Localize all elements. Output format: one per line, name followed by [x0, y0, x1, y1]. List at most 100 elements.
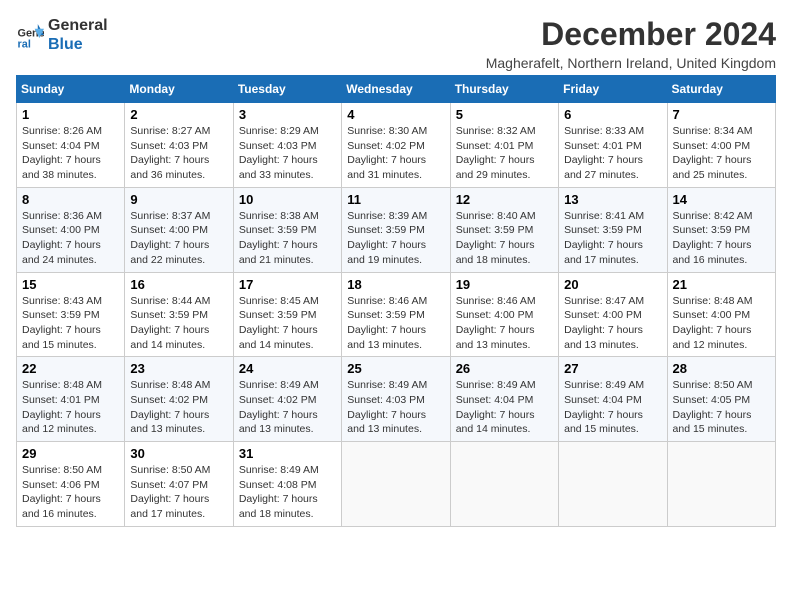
calendar-cell-10: 10 Sunrise: 8:38 AMSunset: 3:59 PMDayligh… [233, 187, 341, 272]
day-info: Sunrise: 8:37 AMSunset: 4:00 PMDaylight:… [130, 209, 227, 268]
day-number: 1 [22, 107, 119, 122]
day-number: 22 [22, 361, 119, 376]
month-year: December 2024 [486, 16, 776, 53]
svg-text:ral: ral [18, 39, 31, 50]
day-info: Sunrise: 8:40 AMSunset: 3:59 PMDaylight:… [456, 209, 553, 268]
calendar-cell-13: 13 Sunrise: 8:41 AMSunset: 3:59 PMDayligh… [559, 187, 667, 272]
day-number: 11 [347, 192, 444, 207]
day-number: 3 [239, 107, 336, 122]
calendar-cell-12: 12Sunrise: 8:40 AMSunset: 3:59 PMDayligh… [450, 187, 558, 272]
empty-cell [667, 442, 775, 527]
calendar-cell-16: 16 Sunrise: 8:44 AMSunset: 3:59 PMDayligh… [125, 272, 233, 357]
calendar-cell-2: 2 Sunrise: 8:27 AMSunset: 4:03 PMDaylight… [125, 103, 233, 188]
day-number: 14 [673, 192, 770, 207]
day-info: Sunrise: 8:49 AMSunset: 4:03 PMDaylight:… [347, 378, 444, 437]
day-number: 17 [239, 277, 336, 292]
day-number: 27 [564, 361, 661, 376]
day-number: 13 [564, 192, 661, 207]
calendar-cell-20: 20 Sunrise: 8:47 AMSunset: 4:00 PMDayligh… [559, 272, 667, 357]
day-info: Sunrise: 8:41 AMSunset: 3:59 PMDaylight:… [564, 209, 661, 268]
day-number: 23 [130, 361, 227, 376]
day-number: 9 [130, 192, 227, 207]
calendar-cell-11: 11 Sunrise: 8:39 AMSunset: 3:59 PMDayligh… [342, 187, 450, 272]
day-info: Sunrise: 8:48 AMSunset: 4:01 PMDaylight:… [22, 378, 119, 437]
day-number: 10 [239, 192, 336, 207]
weekday-header-saturday: Saturday [667, 76, 775, 103]
day-number: 15 [22, 277, 119, 292]
calendar-cell-31: 31 Sunrise: 8:49 AMSunset: 4:08 PMDayligh… [233, 442, 341, 527]
day-info: Sunrise: 8:42 AMSunset: 3:59 PMDaylight:… [673, 209, 770, 268]
day-number: 26 [456, 361, 553, 376]
calendar-week-4: 22 Sunrise: 8:48 AMSunset: 4:01 PMDayligh… [17, 357, 776, 442]
day-info: Sunrise: 8:49 AMSunset: 4:04 PMDaylight:… [564, 378, 661, 437]
day-info: Sunrise: 8:46 AMSunset: 4:00 PMDaylight:… [456, 294, 553, 353]
day-number: 20 [564, 277, 661, 292]
calendar-cell-19: 19 Sunrise: 8:46 AMSunset: 4:00 PMDayligh… [450, 272, 558, 357]
day-info: Sunrise: 8:29 AMSunset: 4:03 PMDaylight:… [239, 124, 336, 183]
calendar-cell-18: 18 Sunrise: 8:46 AMSunset: 3:59 PMDayligh… [342, 272, 450, 357]
calendar-cell-24: 24Sunrise: 8:49 AMSunset: 4:02 PMDayligh… [233, 357, 341, 442]
day-info: Sunrise: 8:44 AMSunset: 3:59 PMDaylight:… [130, 294, 227, 353]
day-info: Sunrise: 8:39 AMSunset: 3:59 PMDaylight:… [347, 209, 444, 268]
day-number: 31 [239, 446, 336, 461]
calendar-cell-6: 6 Sunrise: 8:33 AMSunset: 4:01 PMDaylight… [559, 103, 667, 188]
calendar-cell-28: 28 Sunrise: 8:50 AMSunset: 4:05 PMDayligh… [667, 357, 775, 442]
empty-cell [342, 442, 450, 527]
weekday-header-monday: Monday [125, 76, 233, 103]
day-info: Sunrise: 8:46 AMSunset: 3:59 PMDaylight:… [347, 294, 444, 353]
weekday-header-tuesday: Tuesday [233, 76, 341, 103]
day-info: Sunrise: 8:34 AMSunset: 4:00 PMDaylight:… [673, 124, 770, 183]
day-info: Sunrise: 8:43 AMSunset: 3:59 PMDaylight:… [22, 294, 119, 353]
day-number: 18 [347, 277, 444, 292]
day-info: Sunrise: 8:27 AMSunset: 4:03 PMDaylight:… [130, 124, 227, 183]
calendar-cell-14: 14 Sunrise: 8:42 AMSunset: 3:59 PMDayligh… [667, 187, 775, 272]
calendar-cell-26: 26Sunrise: 8:49 AMSunset: 4:04 PMDayligh… [450, 357, 558, 442]
calendar-cell-27: 27 Sunrise: 8:49 AMSunset: 4:04 PMDayligh… [559, 357, 667, 442]
day-info: Sunrise: 8:33 AMSunset: 4:01 PMDaylight:… [564, 124, 661, 183]
day-number: 28 [673, 361, 770, 376]
day-number: 5 [456, 107, 553, 122]
day-number: 21 [673, 277, 770, 292]
logo: Gene ral General Blue [16, 16, 108, 54]
logo-icon: Gene ral [16, 21, 44, 49]
day-number: 16 [130, 277, 227, 292]
day-number: 2 [130, 107, 227, 122]
calendar-cell-5: 5 Sunrise: 8:32 AMSunset: 4:01 PMDaylight… [450, 103, 558, 188]
calendar-body: 1Sunrise: 8:26 AMSunset: 4:04 PMDaylight… [17, 103, 776, 527]
day-info: Sunrise: 8:38 AMSunset: 3:59 PMDaylight:… [239, 209, 336, 268]
day-info: Sunrise: 8:50 AMSunset: 4:05 PMDaylight:… [673, 378, 770, 437]
title-block: December 2024 Magherafelt, Northern Irel… [486, 16, 776, 71]
calendar-cell-8: 8Sunrise: 8:36 AMSunset: 4:00 PMDaylight… [17, 187, 125, 272]
calendar-cell-22: 22 Sunrise: 8:48 AMSunset: 4:01 PMDayligh… [17, 357, 125, 442]
day-info: Sunrise: 8:47 AMSunset: 4:00 PMDaylight:… [564, 294, 661, 353]
day-info: Sunrise: 8:50 AMSunset: 4:07 PMDaylight:… [130, 463, 227, 522]
day-info: Sunrise: 8:49 AMSunset: 4:08 PMDaylight:… [239, 463, 336, 522]
calendar-week-3: 15 Sunrise: 8:43 AMSunset: 3:59 PMDayligh… [17, 272, 776, 357]
calendar-cell-3: 3 Sunrise: 8:29 AMSunset: 4:03 PMDaylight… [233, 103, 341, 188]
calendar-cell-9: 9 Sunrise: 8:37 AMSunset: 4:00 PMDaylight… [125, 187, 233, 272]
calendar-cell-15: 15 Sunrise: 8:43 AMSunset: 3:59 PMDayligh… [17, 272, 125, 357]
day-number: 30 [130, 446, 227, 461]
calendar-cell-17: 17 Sunrise: 8:45 AMSunset: 3:59 PMDayligh… [233, 272, 341, 357]
header: Gene ral General Blue December 2024 Magh… [16, 16, 776, 71]
day-info: Sunrise: 8:36 AMSunset: 4:00 PMDaylight:… [22, 209, 119, 268]
calendar-cell-25: 25Sunrise: 8:49 AMSunset: 4:03 PMDayligh… [342, 357, 450, 442]
day-number: 6 [564, 107, 661, 122]
weekday-header-thursday: Thursday [450, 76, 558, 103]
day-info: Sunrise: 8:45 AMSunset: 3:59 PMDaylight:… [239, 294, 336, 353]
day-number: 4 [347, 107, 444, 122]
logo-line1: General [48, 16, 108, 35]
day-info: Sunrise: 8:30 AMSunset: 4:02 PMDaylight:… [347, 124, 444, 183]
day-number: 29 [22, 446, 119, 461]
day-info: Sunrise: 8:50 AMSunset: 4:06 PMDaylight:… [22, 463, 119, 522]
calendar-cell-4: 4 Sunrise: 8:30 AMSunset: 4:02 PMDaylight… [342, 103, 450, 188]
calendar-cell-7: 7Sunrise: 8:34 AMSunset: 4:00 PMDaylight… [667, 103, 775, 188]
calendar-week-5: 29 Sunrise: 8:50 AMSunset: 4:06 PMDayligh… [17, 442, 776, 527]
calendar-cell-23: 23Sunrise: 8:48 AMSunset: 4:02 PMDayligh… [125, 357, 233, 442]
day-info: Sunrise: 8:32 AMSunset: 4:01 PMDaylight:… [456, 124, 553, 183]
calendar-cell-21: 21Sunrise: 8:48 AMSunset: 4:00 PMDayligh… [667, 272, 775, 357]
empty-cell [450, 442, 558, 527]
calendar-cell-29: 29 Sunrise: 8:50 AMSunset: 4:06 PMDayligh… [17, 442, 125, 527]
day-number: 19 [456, 277, 553, 292]
weekday-header-sunday: Sunday [17, 76, 125, 103]
